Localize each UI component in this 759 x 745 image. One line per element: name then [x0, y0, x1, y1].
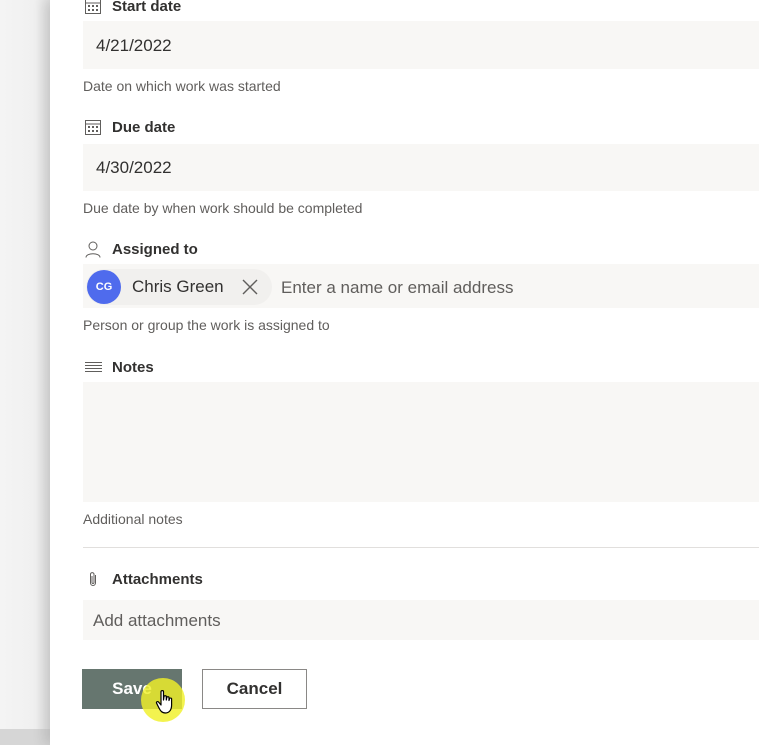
start-date-description: Date on which work was started: [83, 78, 281, 94]
assigned-to-description: Person or group the work is assigned to: [83, 317, 330, 333]
calendar-icon: [84, 118, 102, 136]
close-icon[interactable]: [241, 278, 259, 296]
avatar: CG: [87, 270, 121, 304]
paperclip-icon: [84, 570, 102, 588]
start-date-label: Start date: [84, 0, 181, 15]
start-date-field[interactable]: 4/21/2022: [83, 21, 759, 69]
notes-description: Additional notes: [83, 511, 183, 527]
hand-pointer-icon: [155, 690, 173, 714]
attachments-field[interactable]: Add attachments: [83, 600, 759, 640]
start-date-label-text: Start date: [112, 0, 182, 15]
due-date-value: 4/30/2022: [96, 158, 172, 177]
notes-label: Notes: [84, 358, 154, 376]
person-icon: [84, 240, 102, 258]
background-page: [0, 0, 50, 745]
cancel-button[interactable]: Cancel: [202, 669, 307, 709]
section-divider: [83, 547, 759, 548]
attachments-label: Attachments: [84, 570, 203, 588]
due-date-label-text: Due date: [112, 118, 176, 136]
due-date-description: Due date by when work should be complete…: [83, 200, 363, 216]
people-picker-input[interactable]: Enter a name or email address: [281, 278, 513, 298]
background-scrollbar: [0, 729, 50, 745]
text-lines-icon: [84, 358, 102, 376]
assigned-to-label-text: Assigned to: [112, 240, 198, 258]
notes-field[interactable]: [83, 382, 759, 502]
assigned-to-label: Assigned to: [84, 240, 198, 258]
add-attachments-link[interactable]: Add attachments: [93, 611, 221, 631]
due-date-field[interactable]: 4/30/2022: [83, 144, 759, 191]
attachments-label-text: Attachments: [112, 570, 203, 588]
due-date-label: Due date: [84, 118, 175, 136]
start-date-value: 4/21/2022: [96, 36, 172, 55]
notes-label-text: Notes: [112, 358, 154, 376]
calendar-icon: [84, 0, 102, 15]
persona-name: Chris Green: [132, 277, 224, 296]
persona-chip[interactable]: CG Chris Green: [86, 269, 272, 305]
